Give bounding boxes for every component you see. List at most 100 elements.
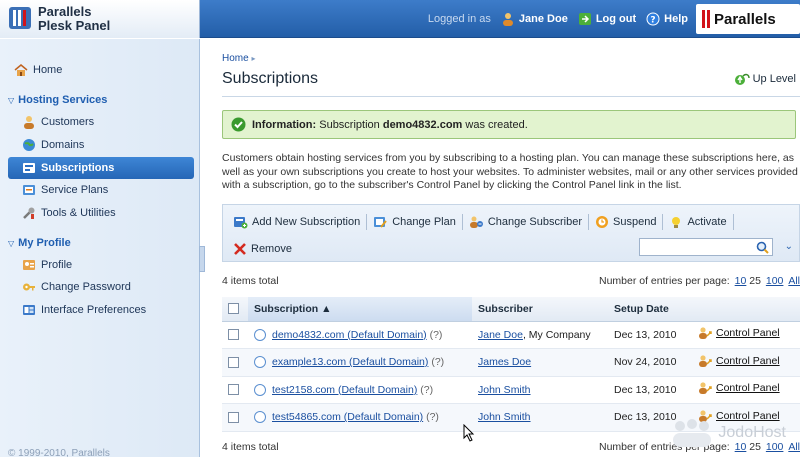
subscription-link[interactable]: test54865.com (Default Domain)	[272, 411, 423, 423]
column-subscriber[interactable]: Subscriber	[472, 297, 608, 322]
select-all-checkbox[interactable]	[228, 303, 239, 315]
row-select-cell	[222, 321, 248, 349]
help-hint[interactable]: (?)	[420, 384, 433, 396]
logout-icon	[578, 13, 591, 25]
sidebar-item-tools[interactable]: Tools & Utilities	[22, 204, 116, 222]
control-panel-link[interactable]: Control Panel	[698, 381, 780, 395]
row-checkbox[interactable]	[228, 384, 239, 396]
profile-label: Profile	[41, 259, 73, 271]
help-hint[interactable]: (?)	[430, 329, 443, 341]
table-row: example13.com (Default Domain) (?) James…	[222, 348, 800, 377]
per-page-10-link[interactable]: 10	[735, 275, 747, 287]
customers-label: Customers	[41, 116, 95, 128]
sidebar-item-profile[interactable]: Profile	[22, 256, 72, 274]
control-panel-cell: Control Panel	[692, 376, 800, 404]
row-checkbox[interactable]	[228, 329, 239, 341]
interface-preferences-label: Interface Preferences	[41, 304, 147, 316]
sidebar-item-home[interactable]: Home	[14, 61, 62, 79]
title-divider	[222, 96, 800, 97]
header-user-area: Logged in as Jane Doe Log out ? Help	[428, 0, 688, 38]
subscriber-link[interactable]: John Smith	[478, 384, 531, 396]
help-hint[interactable]: (?)	[426, 411, 439, 423]
suspend-button[interactable]: Suspend	[595, 215, 656, 229]
subscriptions-table: Subscription ▲ Subscriber Setup Date dem…	[222, 297, 800, 432]
column-subscription[interactable]: Subscription ▲	[248, 297, 472, 322]
section-collapse-icon: ▽	[8, 95, 15, 105]
status-circle-icon	[254, 411, 266, 424]
sidebar: Home ▽ Hosting Services Customers Domain…	[0, 39, 200, 457]
help-hint[interactable]: (?)	[431, 356, 444, 368]
success-check-icon	[231, 117, 246, 132]
per-page-100-link[interactable]: 100	[766, 275, 784, 287]
row-select-cell	[222, 376, 248, 404]
help-button[interactable]: ? Help	[646, 12, 688, 26]
advanced-search-toggle-icon[interactable]: ⌄	[785, 241, 793, 252]
activate-button[interactable]: Activate	[669, 215, 727, 229]
svg-text:?: ?	[651, 16, 656, 26]
main-content: Home ▸ Subscriptions Up Level Informatio…	[206, 39, 800, 457]
plesk-logo-icon	[9, 7, 31, 29]
info-text-pre: Subscription	[319, 118, 380, 131]
info-domain: demo4832.com	[382, 118, 463, 131]
activate-icon	[672, 217, 681, 228]
brand-line1: Parallels	[38, 4, 92, 19]
sidebar-collapse-handle[interactable]	[199, 246, 205, 272]
domains-label: Domains	[41, 139, 85, 151]
change-plan-button[interactable]: Change Plan	[373, 215, 456, 229]
remove-button[interactable]: Remove	[233, 242, 292, 256]
toolbar-separator	[662, 214, 664, 230]
up-level-button[interactable]: Up Level	[734, 72, 796, 86]
sidebar-item-subscriptions[interactable]: Subscriptions	[8, 157, 194, 179]
up-level-label: Up Level	[752, 73, 796, 85]
activate-label: Activate	[687, 216, 727, 228]
search-input[interactable]	[639, 238, 773, 256]
row-select-cell	[222, 403, 248, 432]
help-icon: ?	[646, 12, 660, 26]
remove-label: Remove	[251, 243, 292, 255]
suspend-label: Suspend	[613, 216, 657, 228]
watermark: JodoHost	[670, 418, 786, 448]
sidebar-item-interface-preferences[interactable]: Interface Preferences	[22, 301, 146, 319]
watermark-text: JodoHost	[718, 424, 786, 441]
per-page-all-link[interactable]: All	[788, 275, 800, 287]
subscription-link[interactable]: example13.com (Default Domain)	[272, 356, 428, 368]
change-subscriber-button[interactable]: Change Subscriber	[469, 215, 582, 229]
control-panel-link[interactable]: Control Panel	[698, 354, 780, 368]
sidebar-home-label: Home	[33, 64, 63, 76]
subscription-link[interactable]: demo4832.com (Default Domain)	[272, 329, 427, 341]
column-actions	[692, 297, 800, 322]
add-subscription-button[interactable]: Add New Subscription	[233, 215, 360, 229]
change-password-label: Change Password	[41, 281, 131, 293]
subscriber-link[interactable]: Jane Doe	[478, 329, 523, 341]
parallels-logo: Parallels	[696, 4, 800, 34]
subscription-cell: test54865.com (Default Domain) (?)	[248, 403, 472, 432]
remove-icon	[234, 243, 246, 255]
status-circle-icon	[254, 356, 266, 369]
row-checkbox[interactable]	[228, 356, 239, 368]
row-checkbox[interactable]	[228, 411, 239, 423]
sidebar-item-change-password[interactable]: Change Password	[22, 278, 131, 296]
per-page-all-link-bottom[interactable]: All	[788, 441, 800, 453]
toolbar-separator	[588, 214, 590, 230]
subscription-link[interactable]: test2158.com (Default Domain)	[272, 384, 417, 396]
sidebar-item-service-plans[interactable]: Service Plans	[22, 181, 108, 199]
domains-icon	[23, 139, 35, 151]
subscriber-link[interactable]: John Smith	[478, 411, 531, 423]
sidebar-section-hosting[interactable]: ▽ Hosting Services	[8, 92, 107, 108]
brand[interactable]: Parallels Plesk Panel	[0, 0, 200, 38]
user-link[interactable]: Jane Doe	[501, 12, 568, 26]
logout-button[interactable]: Log out	[578, 12, 636, 26]
sidebar-section-profile[interactable]: ▽ My Profile	[8, 235, 71, 251]
tools-label: Tools & Utilities	[41, 207, 116, 219]
sidebar-item-domains[interactable]: Domains	[22, 136, 84, 154]
subscriber-link[interactable]: James Doe	[478, 356, 531, 368]
control-panel-link[interactable]: Control Panel	[698, 326, 780, 340]
column-setup-date[interactable]: Setup Date	[608, 297, 692, 322]
search-icon[interactable]	[756, 241, 769, 254]
breadcrumb-arrow-icon: ▸	[251, 54, 256, 63]
subscription-cell: example13.com (Default Domain) (?)	[248, 348, 472, 377]
home-icon	[14, 64, 28, 76]
sidebar-item-customers[interactable]: Customers	[22, 113, 94, 131]
subscriber-cell: Jane Doe, My Company	[472, 321, 608, 349]
breadcrumb-home-link[interactable]: Home	[222, 53, 249, 64]
